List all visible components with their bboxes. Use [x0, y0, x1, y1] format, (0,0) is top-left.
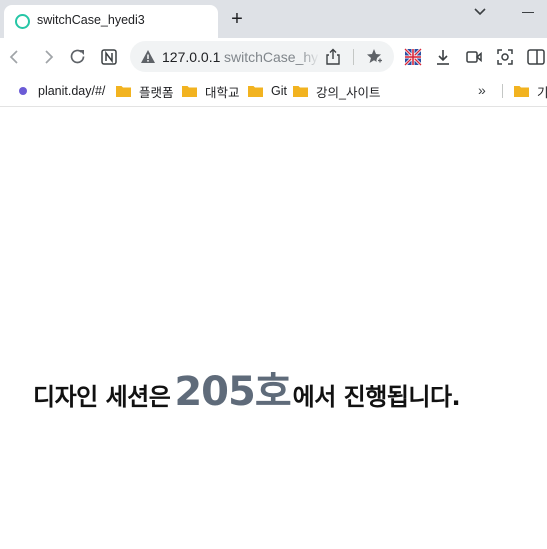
- not-secure-warning-icon[interactable]: [140, 49, 156, 65]
- folder-icon: [293, 86, 308, 97]
- folder-icon: [182, 86, 197, 97]
- reload-icon[interactable]: [68, 47, 88, 67]
- download-icon[interactable]: [433, 47, 453, 67]
- browser-tab[interactable]: switchCase_hyedi3: [4, 5, 218, 38]
- new-tab-button[interactable]: +: [227, 9, 247, 29]
- page-favicon-icon: [15, 14, 30, 29]
- bookmark-label: 대학교: [205, 85, 240, 100]
- bookmarks-bar: planit.day/#/ 플랫폼 대학교 Git 강의_사이트 » 기: [0, 76, 547, 107]
- page-viewport: 디자인 세션은 205호 에서 진행됩니다.: [0, 107, 547, 549]
- extension-n-icon[interactable]: [99, 47, 119, 67]
- bookmark-label: 강의_사이트: [316, 85, 381, 100]
- tab-strip: switchCase_hyedi3 +: [0, 0, 547, 38]
- tab-title: switchCase_hyedi3: [37, 13, 145, 27]
- address-bar-divider: [353, 49, 354, 65]
- site-dot-icon: [19, 87, 27, 95]
- address-bar[interactable]: 127.0.0.1 switchCase_hyedi3: [130, 41, 394, 72]
- folder-icon: [514, 86, 529, 97]
- screenshot-icon[interactable]: [495, 47, 515, 67]
- bookmark-label: 기: [537, 85, 547, 100]
- back-arrow-icon[interactable]: [5, 47, 25, 67]
- screen-cast-icon[interactable]: [464, 47, 484, 67]
- bookmark-label: Git: [271, 84, 287, 98]
- announcement-suffix: 에서 진행됩니다.: [292, 383, 461, 411]
- bookmark-star-icon[interactable]: [366, 48, 384, 65]
- folder-icon: [116, 86, 131, 97]
- bookmark-folder-lecture-sites[interactable]: 강의_사이트: [293, 82, 380, 100]
- bookmark-folder-platform[interactable]: 플랫폼: [116, 82, 174, 100]
- bookmarks-divider: [502, 84, 503, 98]
- announcement-prefix: 디자인 세션은: [33, 383, 171, 411]
- bookmark-label: planit.day/#/: [38, 84, 106, 98]
- browser-toolbar: 127.0.0.1 switchCase_hyedi3: [0, 38, 547, 76]
- bookmark-planit[interactable]: planit.day/#/: [17, 82, 105, 100]
- tab-search-chevron-icon[interactable]: [471, 5, 489, 19]
- side-panel-icon[interactable]: [526, 47, 546, 67]
- bookmark-label: 플랫폼: [139, 85, 174, 100]
- session-announcement: 디자인 세션은 205호 에서 진행됩니다.: [33, 359, 461, 417]
- url-host: 127.0.0.1: [162, 49, 221, 65]
- forward-arrow-icon[interactable]: [38, 47, 58, 67]
- translate-extension-icon[interactable]: [403, 47, 423, 67]
- url-fade: [300, 41, 320, 72]
- bookmark-folder-git[interactable]: Git: [248, 82, 287, 100]
- folder-icon: [248, 86, 263, 97]
- minimize-window-icon[interactable]: [522, 12, 534, 13]
- room-number: 205호: [174, 369, 291, 415]
- share-icon[interactable]: [325, 48, 341, 65]
- bookmark-folder-other[interactable]: 기: [514, 82, 547, 100]
- bookmark-folder-university[interactable]: 대학교: [182, 82, 240, 100]
- bookmarks-overflow-chevron[interactable]: »: [478, 82, 486, 98]
